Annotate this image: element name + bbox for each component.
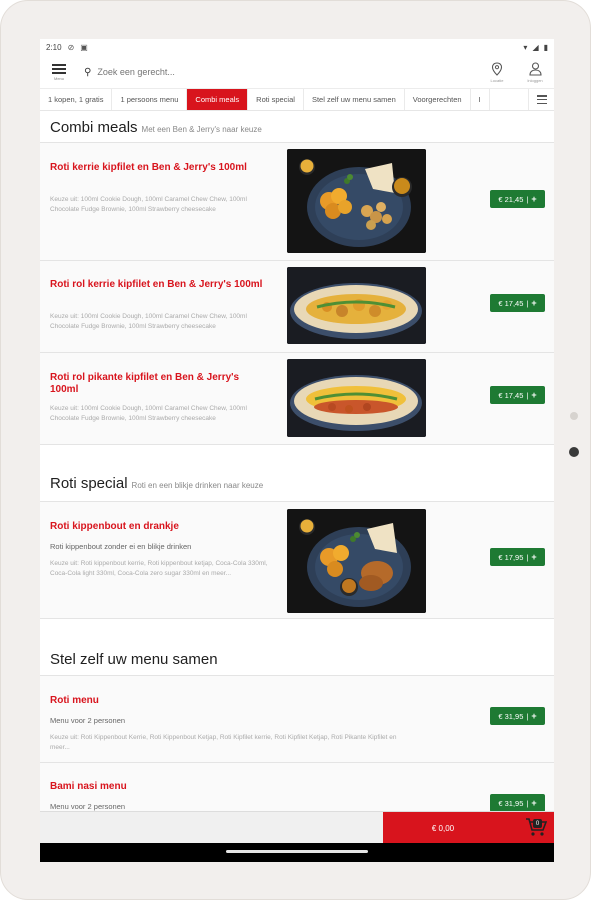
- plus-icon: +: [531, 298, 537, 308]
- signal-icon: ◢: [532, 43, 539, 52]
- item-details: Keuze uit: Roti Kippenbout Kerrie, Roti …: [50, 734, 397, 751]
- add-to-cart-button[interactable]: € 17,45 | +: [490, 294, 545, 312]
- tab-combi-meals[interactable]: Combi meals: [187, 89, 249, 110]
- item-name: Roti kerrie kipfilet en Ben & Jerry's 10…: [50, 162, 247, 173]
- menu-item[interactable]: Bami nasi menu Menu voor 2 personen € 31…: [40, 762, 554, 811]
- item-image: [287, 509, 426, 613]
- item-details: Keuze uit: 100ml Cookie Dough, 100ml Car…: [50, 313, 247, 330]
- price-label: € 31,95: [498, 711, 524, 721]
- location-label: Locatie: [490, 77, 504, 83]
- plus-icon: +: [531, 390, 537, 400]
- price-label: € 17,45: [498, 390, 524, 400]
- bottom-bar: € 0,00 0: [40, 811, 554, 844]
- price-label: € 31,95: [498, 798, 524, 808]
- item-details: Keuze uit: 100ml Cookie Dough, 100ml Car…: [50, 405, 247, 422]
- section-header-stel-zelf: Stel zelf uw menu samen: [40, 618, 554, 675]
- menu-item[interactable]: Roti kippenbout en drankje Roti kippenbo…: [40, 501, 554, 618]
- add-to-cart-button[interactable]: € 21,45 | +: [490, 190, 545, 208]
- item-description: Menu voor 2 personen: [50, 802, 126, 811]
- add-to-cart-button[interactable]: € 17,45 | +: [490, 386, 545, 404]
- volume-button: [570, 412, 578, 420]
- menu-item[interactable]: Roti kerrie kipfilet en Ben & Jerry's 10…: [40, 142, 554, 260]
- home-handle[interactable]: [226, 850, 368, 853]
- item-name: Roti kippenbout en drankje: [50, 521, 179, 532]
- notification-icon: ▣: [80, 43, 88, 52]
- item-name: Roti rol pikante kipfilet en Ben & Jerry…: [50, 372, 240, 395]
- section-subtitle: Roti en een blikje drinken naar keuze: [131, 481, 264, 490]
- account-button[interactable]: Inloggen: [516, 56, 554, 89]
- tab-roti-special[interactable]: Roti special: [248, 89, 304, 110]
- system-navigation-bar: [40, 843, 554, 862]
- item-image: [287, 149, 426, 253]
- item-name: Roti rol kerrie kipfilet en Ben & Jerry'…: [50, 279, 263, 290]
- section-title: Combi meals: [50, 119, 138, 136]
- price-label: € 17,45: [498, 298, 524, 308]
- category-list-button[interactable]: [528, 89, 554, 110]
- add-to-cart-button[interactable]: € 31,95 | +: [490, 707, 545, 725]
- item-name: Roti menu: [50, 695, 99, 706]
- item-name: Bami nasi menu: [50, 781, 127, 792]
- status-bar: 2:10 ⊘ ▣ ▾ ◢ ▮: [40, 39, 554, 56]
- sync-icon: ⊘: [67, 43, 75, 52]
- plus-icon: +: [531, 194, 537, 204]
- menu-item[interactable]: Roti rol pikante kipfilet en Ben & Jerry…: [40, 352, 554, 444]
- item-description: Roti kippenbout zonder ei en blikje drin…: [50, 542, 192, 551]
- section-header-roti-special: Roti special Roti en een blikje drinken …: [40, 444, 554, 501]
- status-time: 2:10: [46, 43, 62, 52]
- top-bar: Menu ⚲ Locatie Inloggen: [40, 56, 554, 89]
- menu-item[interactable]: Roti rol kerrie kipfilet en Ben & Jerry'…: [40, 260, 554, 352]
- menu-item[interactable]: Roti menu Menu voor 2 personen Keuze uit…: [40, 675, 554, 762]
- tab-1-kopen-1-gratis[interactable]: 1 kopen, 1 gratis: [40, 89, 113, 110]
- battery-icon: ▮: [543, 43, 548, 52]
- search-input[interactable]: [97, 67, 428, 77]
- item-details: Keuze uit: 100ml Cookie Dough, 100ml Car…: [50, 196, 247, 213]
- location-button[interactable]: Locatie: [478, 56, 516, 89]
- section-title: Stel zelf uw menu samen: [50, 651, 218, 668]
- section-header-combi: Combi meals Met een Ben & Jerry's naar k…: [40, 111, 554, 142]
- cart-button[interactable]: € 0,00 0: [383, 812, 554, 844]
- price-label: € 21,45: [498, 194, 524, 204]
- plus-icon: +: [531, 711, 537, 721]
- category-tabs: 1 kopen, 1 gratis 1 persoons menu Combi …: [40, 89, 554, 111]
- wifi-icon: ▾: [523, 43, 528, 52]
- tab-voorgerechten[interactable]: Voorgerechten: [405, 89, 471, 110]
- section-title: Roti special: [50, 475, 128, 492]
- tab-more[interactable]: I: [471, 89, 490, 110]
- tab-stel-zelf-menu[interactable]: Stel zelf uw menu samen: [304, 89, 405, 110]
- screen: 2:10 ⊘ ▣ ▾ ◢ ▮ Menu ⚲ Locatie: [40, 39, 554, 862]
- plus-icon: +: [531, 798, 537, 808]
- menu-label: Menu: [53, 75, 64, 81]
- add-to-cart-button[interactable]: € 31,95 | +: [490, 794, 545, 811]
- list-icon: [536, 95, 547, 104]
- camera-dot: [569, 447, 579, 457]
- tab-1-persoons-menu[interactable]: 1 persoons menu: [112, 89, 188, 110]
- add-to-cart-button[interactable]: € 17,95 | +: [490, 548, 545, 566]
- section-subtitle: Met een Ben & Jerry's naar keuze: [141, 125, 262, 134]
- tablet-frame: 2:10 ⊘ ▣ ▾ ◢ ▮ Menu ⚲ Locatie: [0, 0, 591, 900]
- item-image: [287, 267, 426, 344]
- cart-total: € 0,00: [431, 823, 455, 833]
- menu-content[interactable]: Combi meals Met een Ben & Jerry's naar k…: [40, 111, 554, 811]
- item-details: Keuze uit: Roti kippenbout kerrie, Roti …: [50, 560, 268, 577]
- search-bar[interactable]: ⚲: [78, 56, 478, 89]
- account-label: Inloggen: [527, 77, 543, 83]
- cart-count-badge: 0: [533, 819, 542, 828]
- item-description: Menu voor 2 personen: [50, 716, 126, 725]
- price-label: € 17,95: [498, 552, 524, 562]
- user-icon: [528, 61, 542, 76]
- search-icon: ⚲: [84, 66, 92, 78]
- hamburger-icon: [52, 63, 66, 74]
- menu-button[interactable]: Menu: [40, 56, 78, 89]
- plus-icon: +: [531, 552, 537, 562]
- location-icon: [491, 61, 503, 76]
- item-image: [287, 359, 426, 437]
